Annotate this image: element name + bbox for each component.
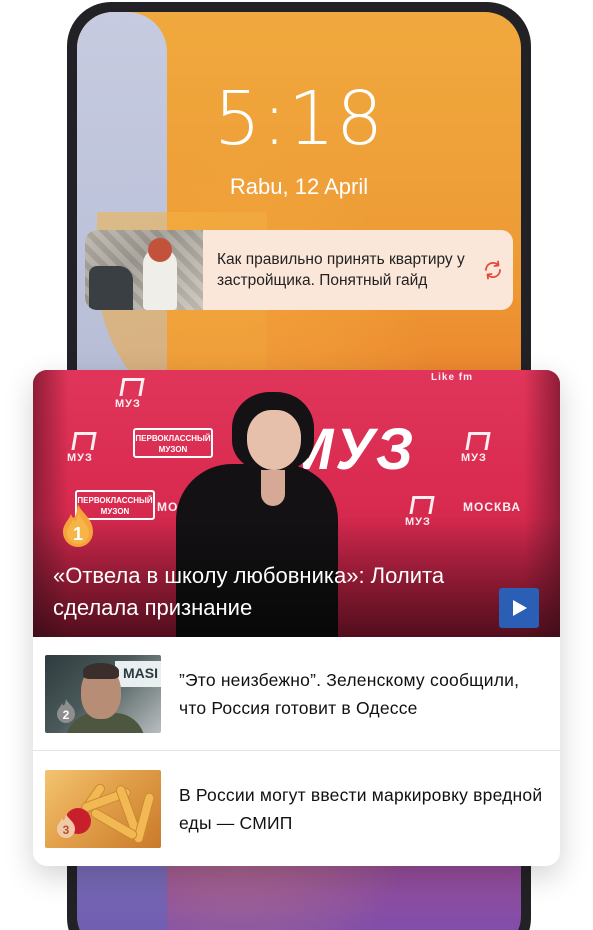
pk-muzon-badge: ПЕРВОКЛАССНЫЙ МУЗON — [133, 428, 213, 458]
notification-thumbnail — [85, 230, 203, 310]
news-item[interactable]: 3 В России могут ввести маркировку вредн… — [33, 750, 560, 866]
notification-text: Как правильно принять квартиру у застрой… — [217, 251, 465, 289]
moscow-logo: МОСКВА — [463, 500, 522, 514]
muz-logo-mark — [71, 432, 97, 450]
muz-logo-mark — [409, 496, 435, 514]
top-story-title: «Отвела в школу любовника»: Лолита сдела… — [53, 563, 445, 620]
svg-text:1: 1 — [73, 524, 83, 544]
news-item[interactable]: MASI 2 ”Это неизбежно”. Зеленскому сообщ… — [33, 637, 560, 750]
top-story[interactable]: МУЗ МУЗ МУЗ МУЗ МОСКВА МОСКВА Like fm ПЕ… — [33, 370, 560, 637]
play-icon — [513, 600, 527, 616]
news-card: МУЗ МУЗ МУЗ МУЗ МОСКВА МОСКВА Like fm ПЕ… — [33, 370, 560, 866]
lockscreen-notification[interactable]: Как правильно принять квартиру у застрой… — [85, 230, 513, 310]
svg-text:2: 2 — [63, 708, 70, 722]
muz-logo-text: МУЗ — [461, 452, 487, 464]
rank-badge: 2 — [53, 698, 79, 729]
refresh-icon[interactable] — [473, 259, 513, 281]
news-thumbnail: MASI 2 — [45, 654, 161, 733]
like-fm-logo: Like fm — [431, 372, 474, 383]
rank-badge: 3 — [53, 813, 79, 844]
muz-logo-mark — [119, 378, 145, 396]
svg-text:3: 3 — [63, 823, 70, 837]
muz-logo-text: МУЗ — [115, 398, 141, 410]
news-headline: ”Это неизбежно”. Зеленскому сообщили, чт… — [179, 669, 520, 718]
lock-clock: 5:18 — [213, 76, 385, 162]
flame-rank-icon: 1 — [57, 502, 99, 555]
news-headline: В России могут ввести маркировку вредной… — [179, 784, 543, 833]
play-button[interactable] — [499, 588, 539, 628]
lock-date: Rabu, 12 April — [229, 174, 369, 199]
muz-logo-text: МУЗ — [67, 452, 93, 464]
muz-logo-mark — [465, 432, 491, 450]
news-thumbnail: 3 — [45, 769, 161, 848]
